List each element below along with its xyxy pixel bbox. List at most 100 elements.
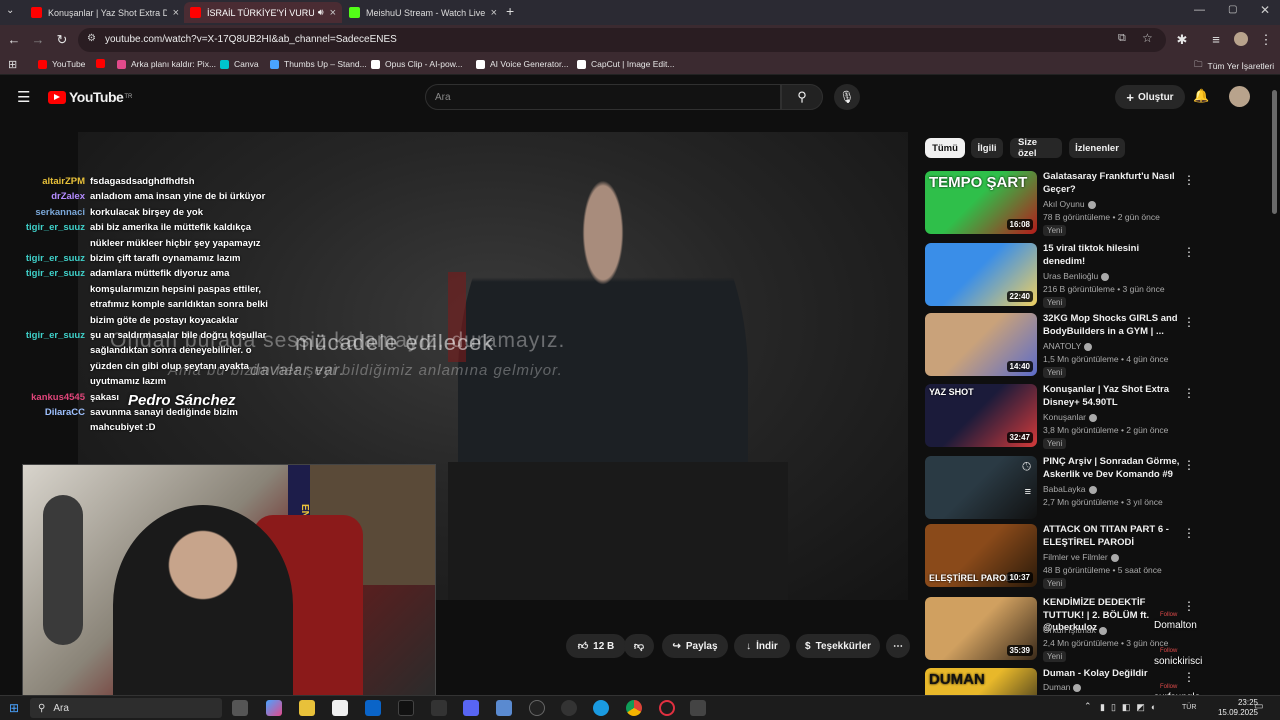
channel-name[interactable]: BabaLayka — [1043, 484, 1097, 494]
page-scrollbar[interactable] — [1272, 90, 1277, 214]
recommended-video[interactable]: DUMAN Duman - Kolay Değildir Duman ⋮ — [925, 668, 1195, 695]
extensions-icon[interactable]: ✱ — [1174, 32, 1190, 48]
video-thumbnail[interactable]: YAZ SHOT 32:47 — [925, 384, 1037, 447]
hamburger-menu-icon[interactable]: ☰ — [17, 88, 30, 106]
tiktok-icon[interactable] — [398, 700, 414, 716]
video-thumbnail[interactable]: 22:40 — [925, 243, 1037, 306]
video-title[interactable]: PINÇ Arşiv | Sonradan Görme, Askerlik ve… — [1043, 456, 1183, 481]
tab-list-chevron-icon[interactable]: ⌄ — [6, 5, 14, 16]
obs-icon[interactable] — [529, 700, 545, 716]
search-input[interactable]: Ara — [425, 84, 781, 110]
more-options-icon[interactable]: ⋮ — [1183, 670, 1195, 684]
tray-chevron-icon[interactable]: ⌃ — [1084, 701, 1092, 712]
media-player-icon[interactable] — [561, 700, 577, 716]
voice-search-button[interactable]: 🎙 — [834, 84, 860, 110]
bookmark-item[interactable]: CapCut | Image Edit... — [577, 59, 674, 69]
browser-tab[interactable]: İSRAİL TÜRKİYE'Yİ VURUR MU 🔊︎ × — [184, 2, 342, 23]
discord-icon[interactable] — [463, 700, 479, 716]
channel-name[interactable]: Duman — [1043, 682, 1082, 692]
maximize-button[interactable]: ▢ — [1228, 4, 1237, 15]
video-title[interactable]: Duman - Kolay Değildir — [1043, 668, 1183, 681]
filter-chip[interactable]: Size özel — [1010, 137, 1062, 159]
channel-name[interactable]: Uras Benlioğlu — [1043, 271, 1110, 281]
input-language[interactable]: TÜR — [1182, 704, 1196, 711]
tab-close-icon[interactable]: × — [173, 7, 179, 19]
bookmark-item[interactable]: Thumbs Up – Stand... — [270, 59, 367, 69]
filter-chip[interactable]: Tümü — [925, 138, 965, 158]
channel-name[interactable]: Akıl Oyunu — [1043, 199, 1096, 209]
store-icon[interactable] — [332, 700, 348, 716]
close-window-button[interactable]: ✕ — [1260, 3, 1270, 17]
notifications-bell-icon[interactable]: 🔔 — [1193, 88, 1209, 104]
bookmark-item[interactable]: AI Voice Generator... — [476, 59, 568, 69]
search-button[interactable]: ⚲ — [781, 84, 823, 110]
opera-icon[interactable] — [659, 700, 675, 716]
channel-name[interactable]: Filmler ve Filmler — [1043, 552, 1119, 562]
watch-later-icon[interactable]: 🕓︎ — [1022, 461, 1031, 474]
create-button[interactable]: + Oluştur — [1115, 85, 1185, 109]
tab-close-icon[interactable]: × — [491, 7, 497, 19]
settings-app-icon[interactable] — [496, 700, 512, 716]
minimize-button[interactable]: — — [1194, 4, 1205, 16]
reload-icon[interactable]: ↻ — [54, 32, 70, 48]
chrome-icon[interactable] — [626, 700, 642, 716]
media-controls-icon[interactable]: ≡ — [1208, 32, 1224, 47]
tab-audio-icon[interactable]: 🔊︎ — [318, 7, 324, 18]
more-options-icon[interactable]: ⋮ — [1183, 315, 1195, 329]
file-explorer-icon[interactable] — [299, 700, 315, 716]
youtube-logo[interactable]: YouTube TR — [48, 89, 132, 105]
share-button[interactable]: ↪ Paylaş — [662, 634, 728, 658]
bookmark-item[interactable]: Arka planı kaldır: Pix... — [117, 59, 216, 69]
account-avatar[interactable] — [1229, 86, 1250, 107]
more-options-icon[interactable]: ⋮ — [1183, 526, 1195, 540]
channel-name[interactable]: Konuşanlar — [1043, 412, 1098, 422]
more-actions-button[interactable]: ⋯ — [886, 634, 910, 658]
video-thumbnail[interactable]: 35:39 — [925, 597, 1037, 660]
tab-close-icon[interactable]: × — [330, 7, 336, 19]
taskbar-search[interactable]: ⚲ Ara — [30, 698, 222, 718]
channel-name[interactable]: ANATOLY — [1043, 341, 1093, 351]
filter-chip[interactable]: İzlenenler — [1069, 138, 1125, 158]
more-options-icon[interactable]: ⋮ — [1183, 173, 1195, 187]
video-title[interactable]: Konuşanlar | Yaz Shot Extra Disney+ 54.9… — [1043, 384, 1183, 409]
thanks-button[interactable]: $ Teşekkürler — [796, 634, 880, 658]
task-view-icon[interactable] — [232, 700, 248, 716]
more-options-icon[interactable]: ⋮ — [1183, 386, 1195, 400]
video-thumbnail[interactable]: 14:40 — [925, 313, 1037, 376]
windows-start-icon[interactable]: ⊞ — [9, 701, 19, 715]
outlook-icon[interactable] — [365, 700, 381, 716]
bookmark-item[interactable]: Opus Clip - AI-pow... — [371, 59, 462, 69]
add-to-queue-icon[interactable]: ≡ — [1025, 486, 1031, 498]
recommended-video[interactable]: 22:40 15 viral tiktok hilesini denedim! Ur… — [925, 243, 1195, 309]
filter-chip[interactable]: İlgili — [971, 138, 1003, 158]
address-bar[interactable]: ⚙ youtube.com/watch?v=X-17Q8UB2HI&ab_cha… — [78, 28, 1166, 52]
bookmark-item[interactable]: YouTube — [38, 59, 85, 69]
copilot-icon[interactable] — [266, 700, 282, 716]
edge-icon[interactable] — [593, 700, 609, 716]
video-thumbnail[interactable]: TEMPO ŞART 16:08 — [925, 171, 1037, 234]
apps-grid-icon[interactable]: ⊞ — [8, 58, 17, 71]
video-title[interactable]: 32KG Mop Shocks GIRLS and BodyBuilders i… — [1043, 313, 1183, 338]
browser-tab[interactable]: MeishuU Stream - Watch Live on Kick × — [343, 2, 503, 23]
channel-name[interactable]: Orkun Işıtmak — [1043, 625, 1107, 635]
video-title[interactable]: ATTACK ON TITAN PART 6 - ELEŞTİREL PAROD… — [1043, 524, 1183, 549]
download-button[interactable]: ↓ İndir — [734, 634, 790, 658]
profile-avatar[interactable] — [1234, 32, 1248, 46]
tray-icons[interactable]: ▮▯◧◩◐ — [1100, 702, 1162, 713]
yandex-icon[interactable] — [690, 700, 706, 716]
video-title[interactable]: 15 viral tiktok hilesini denedim! — [1043, 243, 1183, 268]
dislike-button[interactable]: 👎︎ — [624, 634, 654, 658]
video-thumbnail[interactable]: 🕓︎ ≡ — [925, 456, 1037, 519]
like-button[interactable]: 👍︎ 12 B — [566, 634, 626, 658]
recommended-video[interactable]: ELEŞTİREL PARODİ 10:37 ATTACK ON TITAN PAR… — [925, 524, 1195, 590]
terminal-icon[interactable] — [431, 700, 447, 716]
site-info-icon[interactable]: ⚙ — [87, 33, 96, 44]
recommended-video[interactable]: TEMPO ŞART 16:08 Galatasaray Frankfurt'u N… — [925, 171, 1195, 237]
all-bookmarks-folder[interactable]: 🗀 Tüm Yer İşaretleri — [1194, 59, 1274, 73]
bookmark-star-icon[interactable]: ☆ — [1142, 31, 1153, 45]
new-tab-button[interactable]: + — [506, 3, 514, 19]
recommended-video[interactable]: YAZ SHOT 32:47 Konuşanlar | Yaz Shot Extra… — [925, 384, 1195, 450]
recommended-video[interactable]: 🕓︎ ≡ PINÇ Arşiv | Sonradan Görme, Askerlik… — [925, 456, 1195, 522]
install-app-icon[interactable]: ⧉ — [1118, 32, 1126, 45]
recommended-video[interactable]: 14:40 32KG Mop Shocks GIRLS and BodyBuild… — [925, 313, 1195, 379]
